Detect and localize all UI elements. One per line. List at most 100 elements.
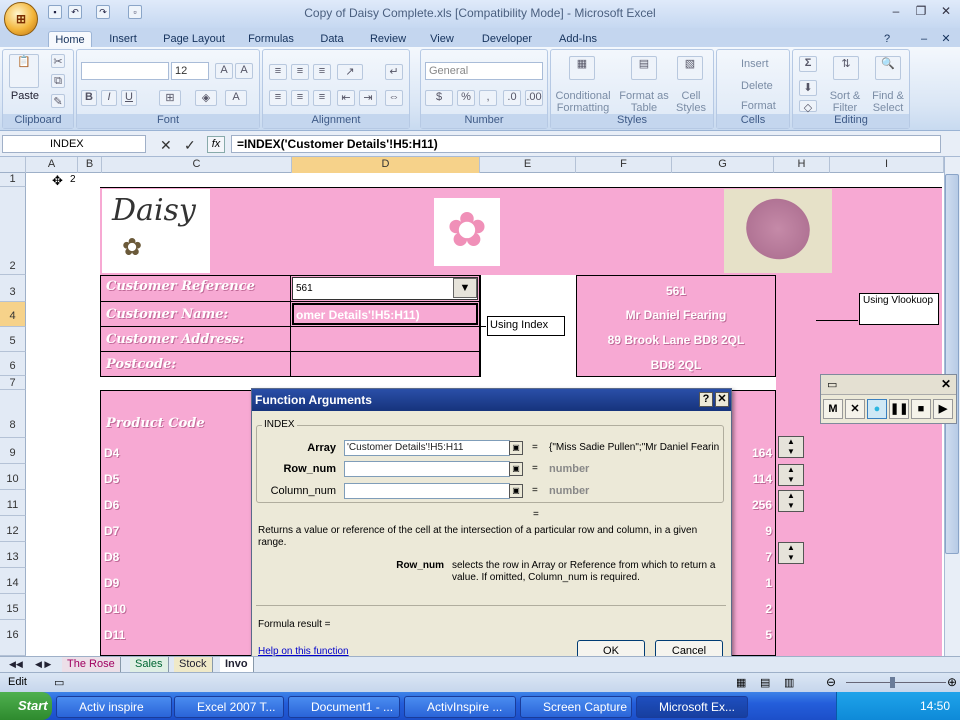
row-header-6[interactable]: 6 <box>0 352 26 376</box>
spinner-button[interactable]: ▲ ▼ <box>778 464 804 486</box>
tab-insert[interactable]: Insert <box>100 31 146 48</box>
sheet-tab-sales[interactable]: Sales <box>130 657 169 672</box>
customer-ref-dropdown[interactable]: 561 <box>292 277 478 300</box>
paste-label[interactable]: Paste <box>5 90 45 102</box>
tab-page-layout[interactable]: Page Layout <box>158 31 230 48</box>
col-header-b[interactable]: B <box>78 157 102 173</box>
close-icon[interactable]: ✕ <box>935 2 957 20</box>
zoom-slider[interactable] <box>846 682 946 683</box>
row-header-5[interactable]: 5 <box>0 327 26 352</box>
wrap-text-icon[interactable]: ↵ <box>385 64 403 80</box>
grow-font-icon[interactable]: A <box>215 63 233 79</box>
recorder-play-button[interactable]: ▶ <box>933 399 953 419</box>
row-header-11[interactable]: 11 <box>0 490 26 516</box>
cut-icon[interactable]: ✂ <box>51 54 65 68</box>
italic-icon[interactable]: I <box>101 90 117 106</box>
align-bottom-icon[interactable]: ≡ <box>313 64 331 80</box>
autosum-icon[interactable]: Σ <box>799 56 817 72</box>
collapse-dialog-icon[interactable]: ▣ <box>509 484 523 498</box>
row-header-12[interactable]: 12 <box>0 516 26 542</box>
col-header-a[interactable]: A <box>26 157 78 173</box>
currency-icon[interactable]: $ <box>425 90 453 106</box>
row-header-10[interactable]: 10 <box>0 464 26 490</box>
tab-nav-prev-icon[interactable]: ◀ ▶ <box>30 657 56 672</box>
spinner-button[interactable]: ▲ ▼ <box>778 490 804 512</box>
tab-view[interactable]: View <box>420 31 464 48</box>
dialog-help-icon[interactable]: ? <box>699 392 713 407</box>
format-painter-icon[interactable]: ✎ <box>51 94 65 108</box>
align-top-icon[interactable]: ≡ <box>269 64 287 80</box>
conditional-formatting-icon[interactable]: ▦ <box>569 56 595 80</box>
clear-icon[interactable]: ◇ <box>799 100 817 114</box>
find-select-label[interactable]: Find & Select <box>867 90 909 114</box>
insert-cells-button[interactable]: Insert <box>719 58 787 70</box>
customer-name-cell[interactable]: omer Details'!H5:H11) <box>292 303 478 325</box>
scroll-thumb[interactable] <box>945 174 959 554</box>
insert-function-icon[interactable]: fx <box>207 136 225 153</box>
macro-record-icon[interactable]: ▭ <box>54 676 64 689</box>
zoom-out-icon[interactable]: ⊖ <box>826 675 836 689</box>
normal-view-icon[interactable]: ▦ <box>736 676 746 689</box>
fill-icon[interactable]: ⬇ <box>799 80 817 96</box>
format-as-table-label[interactable]: Format as Table <box>617 90 671 114</box>
col-header-h[interactable]: H <box>774 157 830 173</box>
row-header-8[interactable]: 8 <box>0 390 26 438</box>
spinner-button[interactable]: ▲ ▼ <box>778 436 804 458</box>
select-all[interactable] <box>0 157 26 173</box>
dropdown-arrow-icon[interactable]: ▼ <box>453 278 477 298</box>
underline-icon[interactable]: U <box>121 90 137 106</box>
name-box[interactable]: INDEX <box>2 135 146 153</box>
font-size-box[interactable]: 12 <box>171 62 209 80</box>
tab-add-ins[interactable]: Add-Ins <box>550 31 606 48</box>
col-header-c[interactable]: C <box>102 157 292 173</box>
format-as-table-icon[interactable]: ▤ <box>631 56 657 80</box>
orientation-icon[interactable]: ↗ <box>337 64 363 80</box>
col-header-g[interactable]: G <box>672 157 774 173</box>
array-input[interactable]: 'Customer Details'!H5:H11 <box>344 440 510 456</box>
delete-cells-button[interactable]: Delete <box>719 80 787 92</box>
collapse-dialog-icon[interactable]: ▣ <box>509 462 523 476</box>
decrease-indent-icon[interactable]: ⇤ <box>337 90 355 106</box>
find-select-icon[interactable]: 🔍 <box>875 56 901 80</box>
percent-icon[interactable]: % <box>457 90 475 106</box>
tab-data[interactable]: Data <box>312 31 352 48</box>
row-header-13[interactable]: 13 <box>0 542 26 568</box>
row-header-4[interactable]: 4 <box>0 302 26 327</box>
recorder-stop-button[interactable]: ■ <box>911 399 931 419</box>
formula-input[interactable]: =INDEX('Customer Details'!H5:H11) <box>231 135 941 153</box>
row-header-1[interactable]: 1 <box>0 173 26 187</box>
tab-review[interactable]: Review <box>362 31 414 48</box>
ribbon-close-icon[interactable]: ✕ <box>938 31 954 48</box>
collapse-dialog-icon[interactable]: ▣ <box>509 441 523 455</box>
font-name-box[interactable] <box>81 62 169 80</box>
number-format-box[interactable]: General <box>425 62 543 80</box>
taskbar-item-screen-capture[interactable]: Screen Capture <box>520 696 632 718</box>
align-center-icon[interactable]: ≡ <box>291 90 309 106</box>
row-header-16[interactable]: 16 <box>0 620 26 656</box>
tab-developer[interactable]: Developer <box>474 31 540 48</box>
shrink-font-icon[interactable]: A <box>235 63 253 79</box>
taskbar-item-activinspire[interactable]: ActivInspire ... <box>404 696 516 718</box>
cell-styles-label[interactable]: Cell Styles <box>671 90 711 114</box>
sort-filter-icon[interactable]: ⇅ <box>833 56 859 80</box>
font-color-icon[interactable]: A <box>225 90 247 106</box>
col-header-i[interactable]: I <box>830 157 944 173</box>
row-header-2[interactable]: 2 <box>0 187 26 275</box>
restore-icon[interactable]: ❐ <box>910 2 932 20</box>
increase-decimal-icon[interactable]: .0 <box>503 90 521 106</box>
paste-icon[interactable]: 📋 <box>9 54 39 88</box>
column-num-input[interactable] <box>344 483 510 499</box>
increase-indent-icon[interactable]: ⇥ <box>359 90 377 106</box>
dialog-close-icon[interactable]: ✕ <box>715 392 729 407</box>
cancel-icon[interactable]: ✕ <box>160 137 172 154</box>
recorder-m-button[interactable]: M <box>823 399 843 419</box>
row-header-14[interactable]: 14 <box>0 568 26 594</box>
decrease-decimal-icon[interactable]: .00 <box>525 90 543 106</box>
ribbon-minimize-icon[interactable]: – <box>916 31 932 48</box>
page-layout-view-icon[interactable]: ▤ <box>760 676 770 689</box>
col-header-d[interactable]: D <box>292 157 480 173</box>
page-break-view-icon[interactable]: ▥ <box>784 676 794 689</box>
spinner-button[interactable]: ▲ ▼ <box>778 542 804 564</box>
help-icon[interactable]: ? <box>878 31 896 48</box>
minimize-icon[interactable]: – <box>885 2 907 20</box>
